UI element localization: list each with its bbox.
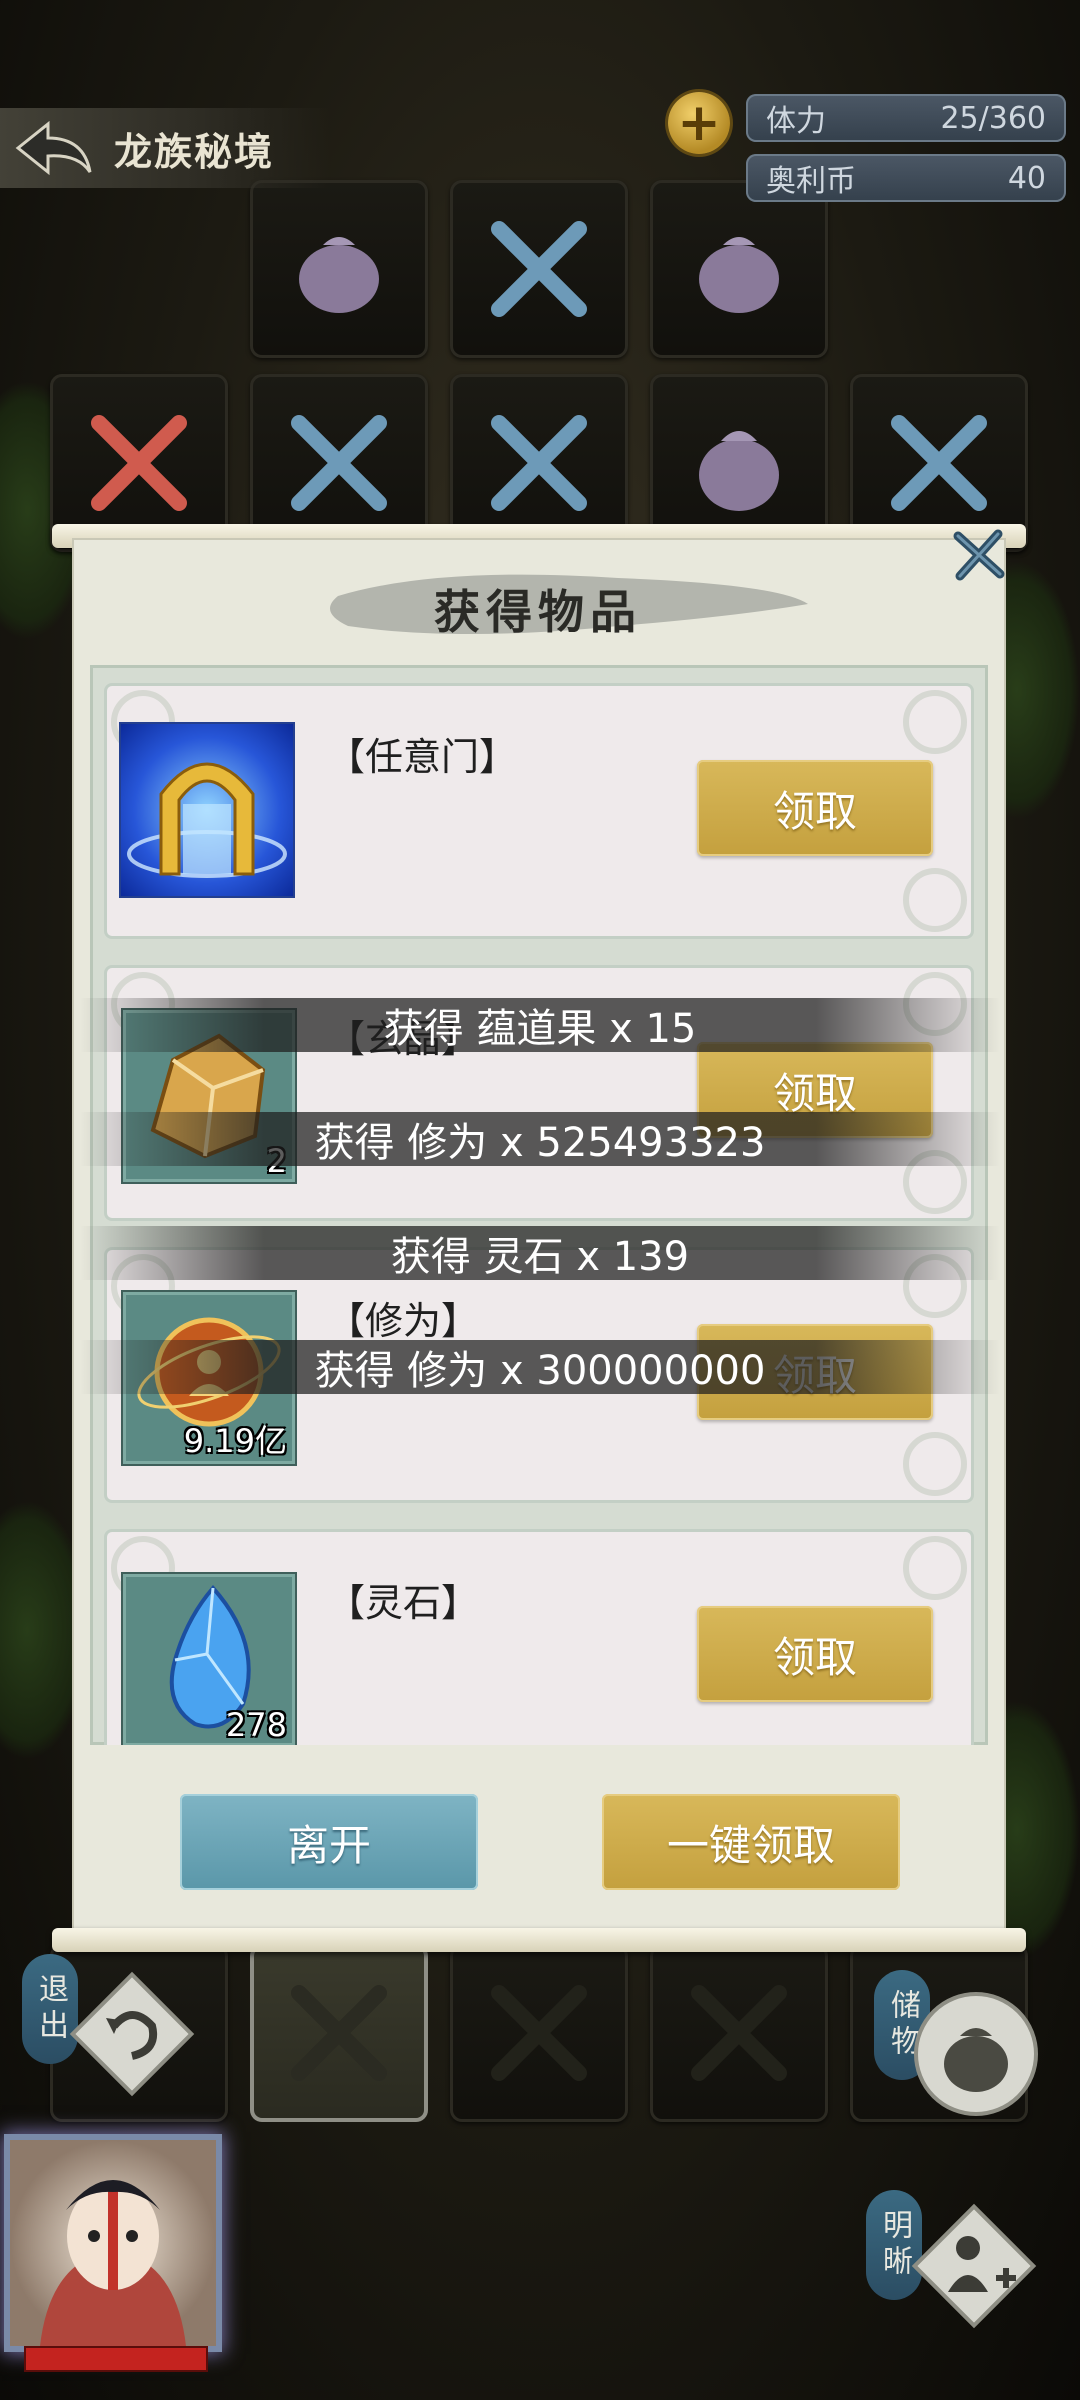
reward-item: 278 【灵石】 领取 bbox=[104, 1529, 974, 1745]
crossed-swords-icon bbox=[491, 1985, 587, 2081]
reward-toast: 获得 修为 x 525493323 bbox=[80, 1112, 1000, 1166]
player-avatar[interactable] bbox=[10, 2140, 216, 2346]
reward-list[interactable]: 【任意门】 领取 2 【玄晶】 领取 9.19亿 bbox=[90, 665, 988, 1745]
stamina-label: 体力 bbox=[766, 104, 826, 139]
board-tile[interactable] bbox=[650, 180, 828, 358]
corner-ornament bbox=[903, 690, 967, 754]
coin-bar: 奥利币 40 bbox=[746, 154, 1066, 202]
back-arrow-icon[interactable] bbox=[14, 118, 94, 178]
claim-button[interactable]: 领取 bbox=[697, 1606, 933, 1702]
storage-button[interactable] bbox=[906, 1984, 1046, 2124]
coin-label: 奥利币 bbox=[766, 164, 856, 199]
board-tile[interactable] bbox=[650, 1944, 828, 2122]
claim-all-button[interactable]: 一键领取 bbox=[602, 1794, 900, 1890]
corner-ornament bbox=[903, 868, 967, 932]
hero-portrait-icon bbox=[40, 2180, 186, 2346]
crossed-swords-icon bbox=[491, 415, 587, 511]
reward-toast: 获得 灵石 x 139 bbox=[80, 1226, 1000, 1280]
reward-toast: 获得 蕴道果 x 15 bbox=[80, 998, 1000, 1052]
exit-button[interactable] bbox=[62, 1964, 202, 2104]
stamina-bar: 体力 25/360 bbox=[746, 94, 1066, 142]
claim-button[interactable]: 领取 bbox=[697, 760, 933, 856]
corner-ornament bbox=[903, 1432, 967, 1496]
health-bar bbox=[26, 2348, 206, 2370]
reward-toast: 获得 修为 x 300000000 bbox=[80, 1340, 1000, 1394]
board-tile[interactable] bbox=[450, 180, 628, 358]
loot-bag-icon bbox=[699, 431, 779, 511]
loot-bag-icon bbox=[299, 237, 379, 313]
leave-button[interactable]: 离开 bbox=[180, 1794, 478, 1890]
crossed-swords-icon bbox=[291, 1985, 387, 2081]
reward-item: 【任意门】 领取 bbox=[104, 683, 974, 939]
board-tile[interactable] bbox=[250, 180, 428, 358]
crossed-swords-icon bbox=[691, 1985, 787, 2081]
item-icon-frame[interactable]: 278 bbox=[123, 1574, 295, 1745]
crossed-swords-red-icon bbox=[91, 415, 187, 511]
clarity-button[interactable] bbox=[904, 2196, 1044, 2336]
golden-gate-icon bbox=[127, 762, 287, 878]
crossed-swords-icon bbox=[891, 415, 987, 511]
crossed-swords-icon bbox=[291, 415, 387, 511]
add-stamina-button[interactable]: + bbox=[668, 92, 730, 154]
item-count: 9.19亿 bbox=[183, 1422, 287, 1460]
board-tile-selected[interactable] bbox=[250, 1944, 428, 2122]
dialog-title: 获得物品 bbox=[434, 585, 642, 639]
item-count: 278 bbox=[225, 1706, 287, 1744]
item-name: 【灵石】 bbox=[327, 1581, 480, 1625]
board-tile[interactable] bbox=[450, 1944, 628, 2122]
loot-bag-icon bbox=[699, 237, 779, 313]
coin-value: 40 bbox=[1007, 160, 1046, 196]
item-icon-frame[interactable] bbox=[121, 724, 293, 896]
back-bar: 龙族秘境 bbox=[0, 108, 330, 188]
page-title: 龙族秘境 bbox=[114, 129, 275, 174]
crossed-swords-icon bbox=[491, 221, 587, 317]
corner-ornament bbox=[903, 1536, 967, 1600]
close-icon[interactable] bbox=[948, 524, 1010, 586]
item-name: 【修为】 bbox=[327, 1299, 480, 1343]
stamina-value: 25/360 bbox=[940, 100, 1046, 136]
dialog-bottom-rail bbox=[52, 1928, 1026, 1952]
item-name: 【任意门】 bbox=[327, 735, 518, 779]
